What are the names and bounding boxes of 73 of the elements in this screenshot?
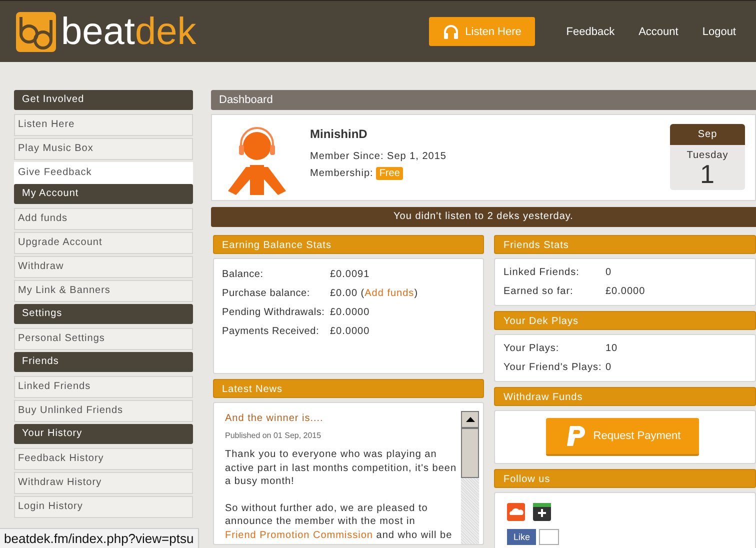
logo-icon: [16, 12, 56, 52]
stat-value: ): [414, 288, 418, 299]
sidebar-item[interactable]: Login History: [14, 496, 193, 518]
plus-icon[interactable]: [533, 503, 552, 521]
sidebar-heading: Friends: [14, 352, 193, 372]
count-bubble: [539, 529, 559, 545]
stat-label: Purchase balance:: [222, 288, 311, 299]
sidebar-heading: My Account: [14, 184, 193, 204]
sidebar-item[interactable]: Upgrade Account: [14, 232, 193, 254]
up-arrow-icon: [466, 417, 475, 422]
calendar-month: Sep: [670, 124, 745, 145]
stat-value: 10: [605, 343, 618, 354]
panel-header: Friends Stats: [494, 235, 756, 254]
username: MinishinD: [310, 127, 368, 141]
stat-value: £0.0000: [605, 286, 646, 297]
scrollbar[interactable]: [461, 411, 480, 544]
sidebar-item[interactable]: Withdraw: [14, 256, 193, 278]
nav-link[interactable]: Logout: [702, 26, 736, 38]
scroll-up-button[interactable]: [461, 411, 480, 428]
add-funds-link[interactable]: Add funds: [364, 288, 414, 299]
avatar-silhouette: [226, 127, 288, 195]
sidebar-item[interactable]: Play Music Box: [14, 138, 193, 160]
dashboard-header: Dashboard: [211, 90, 756, 110]
stat-value: 0: [605, 362, 612, 373]
headphones-icon: [443, 24, 460, 40]
news-headline[interactable]: And the winner is....: [225, 413, 458, 424]
sidebar-item[interactable]: Listen Here: [14, 114, 193, 136]
panel-header: Your Dek Plays: [494, 311, 756, 330]
sidebar-item[interactable]: Linked Friends: [14, 376, 193, 398]
sidebar-heading: Your History: [14, 424, 193, 444]
stat-value: £0.0000: [330, 307, 370, 318]
panel-header: Withdraw Funds: [494, 387, 756, 406]
stat-label: Your Plays:: [503, 343, 560, 354]
notice-bar: You didn't listen to 2 deks yesterday.: [211, 207, 756, 227]
member-since-text: Member Since: Sep 1, 2015: [310, 151, 446, 162]
stat-value: 0: [605, 267, 612, 278]
news-link[interactable]: Friend Promotion Commission: [225, 530, 373, 540]
stat-label: Earned so far:: [503, 286, 574, 297]
logo-text: beatdek: [61, 12, 196, 52]
calendar-weekday: Tuesday: [686, 150, 730, 161]
cloud-icon[interactable]: [507, 503, 526, 521]
stat-value: £0.0091: [330, 269, 370, 280]
stat-label: Payments Received:: [222, 326, 320, 337]
stat-label: Your Friend's Plays:: [503, 362, 603, 373]
sidebar-item[interactable]: Personal Settings: [14, 328, 193, 350]
news-paragraph: So without further ado, we are pleased to announce the member with the most in Friend Promotion Commission and who will be: [225, 502, 454, 542]
stat-label: Linked Friends:: [503, 267, 580, 278]
stat-value: £0.00 (: [330, 288, 365, 299]
membership-label: Membership:: [310, 168, 374, 179]
status-bar-url: beatdek.fm/index.php?view=ptsu: [0, 528, 199, 548]
calendar-day: 1: [670, 161, 745, 187]
stat-label: Balance:: [222, 269, 264, 280]
sidebar-item[interactable]: Withdraw History: [14, 472, 193, 494]
stat-value: £0.0000: [330, 326, 370, 337]
membership-badge: Free: [376, 167, 403, 180]
sidebar-item[interactable]: My Link & Banners: [14, 280, 193, 302]
like-button[interactable]: Like: [507, 529, 536, 545]
sidebar-item[interactable]: Feedback History: [14, 448, 193, 470]
panel-header: Follow us: [494, 469, 756, 488]
sidebar-item[interactable]: Add funds: [14, 208, 193, 230]
sidebar-item[interactable]: Give Feedback: [14, 162, 193, 184]
sidebar-heading: Get Involved: [14, 90, 193, 110]
stat-label: Pending Withdrawals:: [222, 307, 326, 318]
panel-header: Earning Balance Stats: [213, 235, 484, 254]
sidebar-item[interactable]: Buy Unlinked Friends: [14, 400, 193, 422]
news-paragraph: Thank you to everyone who was playing an active part in last months competition, it's been a busy month!: [225, 448, 458, 488]
payment-p-icon: [565, 424, 588, 448]
nav-link[interactable]: Feedback: [566, 26, 615, 38]
panel-header: Latest News: [213, 379, 484, 398]
scroll-thumb[interactable]: [461, 428, 480, 478]
publish-date: Published on 01 Sep, 2015: [225, 431, 322, 440]
nav-link[interactable]: Account: [638, 26, 678, 38]
sidebar-heading: Settings: [14, 304, 193, 324]
